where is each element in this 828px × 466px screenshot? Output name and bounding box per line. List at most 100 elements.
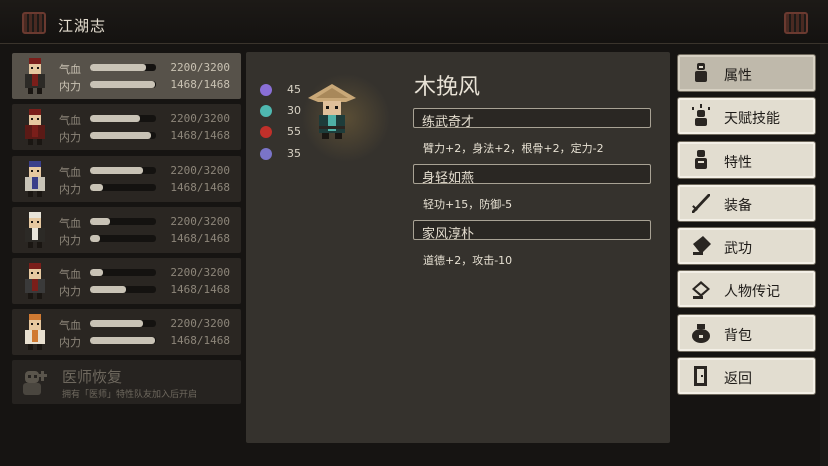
purple-skull-icon	[260, 84, 272, 96]
trait-title-box: 练武奇才	[413, 108, 651, 130]
party-member-card[interactable]: 气血 2200/3200 内力 1468/1468	[12, 53, 241, 99]
hp-label: 气血	[59, 63, 81, 76]
talent-icon	[692, 104, 710, 126]
trait-title: 家风淳朴	[422, 227, 475, 242]
hp-label: 气血	[59, 319, 81, 332]
party-member-portrait	[25, 161, 45, 197]
hp-bar	[90, 167, 156, 174]
menu-button[interactable]: 天赋技能	[678, 98, 815, 134]
mp-value: 1468/1468	[170, 129, 230, 142]
hp-value: 2200/3200	[170, 112, 230, 125]
menu-button-label: 装备	[724, 198, 752, 214]
menu-button[interactable]: 返回	[678, 358, 815, 394]
healer-restore-panel: 医师恢复 拥有「医师」特性队友加入后开启	[12, 360, 241, 404]
party-member-card[interactable]: 气血 2200/3200 内力 1468/1468	[12, 309, 241, 355]
hp-value: 2200/3200	[170, 266, 230, 279]
hp-bar	[90, 320, 156, 327]
mp-row: 内力 1468/1468	[59, 129, 235, 144]
hp-bar	[90, 115, 156, 122]
mp-row: 内力 1468/1468	[59, 334, 235, 349]
mp-value: 1468/1468	[170, 232, 230, 245]
left-emblem-icon	[22, 12, 46, 34]
trait-title-box: 身轻如燕	[413, 164, 651, 186]
hp-label: 气血	[59, 166, 81, 179]
party-member-card[interactable]: 气血 2200/3200 内力 1468/1468	[12, 258, 241, 304]
party-member-portrait	[25, 263, 45, 299]
menu-button-label: 特性	[724, 155, 752, 171]
menu-button[interactable]: 属性	[678, 55, 815, 91]
trait-person-icon	[695, 150, 707, 169]
menu-button-label: 人物传记	[724, 284, 780, 300]
party-member-portrait	[25, 314, 45, 350]
mp-row: 内力 1468/1468	[59, 232, 235, 247]
menu-button[interactable]: 特性	[678, 142, 815, 178]
person-icon	[695, 63, 707, 82]
menu-button-label: 属性	[724, 68, 752, 84]
violet-orb-icon	[260, 148, 272, 160]
menu-button[interactable]: 武功	[678, 228, 815, 264]
hp-value: 2200/3200	[170, 317, 230, 330]
hp-label: 气血	[59, 268, 81, 281]
mp-value: 1468/1468	[170, 283, 230, 296]
hp-label: 气血	[59, 217, 81, 230]
martial-book-icon	[693, 236, 711, 255]
mp-row: 内力 1468/1468	[59, 181, 235, 196]
trait-title: 身轻如燕	[422, 171, 475, 186]
hp-value: 2200/3200	[170, 164, 230, 177]
mp-label: 内力	[59, 183, 81, 196]
hp-row: 气血 2200/3200	[59, 61, 235, 76]
trait-title: 练武奇才	[422, 115, 475, 130]
hp-row: 气血 2200/3200	[59, 112, 235, 127]
trait-title-box: 家风淳朴	[413, 220, 651, 242]
mp-value: 1468/1468	[170, 181, 230, 194]
hp-bar-fill	[90, 167, 143, 174]
party-member-card[interactable]: 气血 2200/3200 内力 1468/1468	[12, 156, 241, 202]
character-name: 木挽风	[414, 75, 481, 100]
menu-button[interactable]: 背包	[678, 315, 815, 351]
top-bar: 江湖志	[0, 0, 828, 44]
party-member-card[interactable]: 气血 2200/3200 内力 1468/1468	[12, 207, 241, 253]
trait-description: 臂力+2，身法+2，根骨+2，定力-2	[423, 142, 604, 155]
biography-book-icon	[692, 281, 710, 299]
red-orb-icon	[260, 126, 272, 138]
hp-row: 气血 2200/3200	[59, 215, 235, 230]
party-member-card[interactable]: 气血 2200/3200 内力 1468/1468	[12, 104, 241, 150]
hp-bar-fill	[90, 115, 140, 122]
hp-bar-fill	[90, 320, 143, 327]
healer-icon	[23, 371, 47, 395]
menu-button[interactable]: 装备	[678, 185, 815, 221]
hp-bar-fill	[90, 218, 110, 225]
hp-row: 气血 2200/3200	[59, 317, 235, 332]
mp-bar	[90, 184, 156, 191]
menu-button[interactable]: 人物传记	[678, 271, 815, 307]
page-title: 江湖志	[58, 17, 107, 35]
party-member-portrait	[25, 212, 45, 248]
menu-button-label: 武功	[724, 241, 752, 257]
healer-title: 医师恢复	[62, 368, 123, 386]
party-member-portrait	[25, 58, 45, 94]
hp-bar	[90, 269, 156, 276]
mp-label: 内力	[59, 336, 81, 349]
menu-button-label: 返回	[724, 371, 752, 387]
hp-row: 气血 2200/3200	[59, 266, 235, 281]
menu-button-label: 背包	[724, 328, 752, 344]
mp-bar-fill	[90, 337, 155, 344]
hp-value: 2200/3200	[170, 61, 230, 74]
mp-value: 1468/1468	[170, 78, 230, 91]
mp-bar-fill	[90, 81, 155, 88]
mp-label: 内力	[59, 131, 81, 144]
mp-row: 内力 1468/1468	[59, 283, 235, 298]
mp-value: 1468/1468	[170, 334, 230, 347]
mp-bar	[90, 337, 156, 344]
mp-bar-fill	[90, 235, 100, 242]
mp-bar	[90, 286, 156, 293]
mp-row: 内力 1468/1468	[59, 78, 235, 93]
healer-description: 拥有「医师」特性队友加入后开启	[62, 390, 198, 400]
hp-bar-fill	[90, 269, 104, 276]
trait-description: 轻功+15，防御-5	[423, 198, 513, 211]
trait-description: 道德+2，攻击-10	[423, 254, 513, 267]
hp-value: 2200/3200	[170, 215, 230, 228]
character-detail-panel: 45 30 55 35 木挽风 练武奇才 臂力+2，身法+2，根骨+2，定力-2 身…	[246, 52, 670, 443]
hp-bar	[90, 64, 156, 71]
mp-bar	[90, 235, 156, 242]
